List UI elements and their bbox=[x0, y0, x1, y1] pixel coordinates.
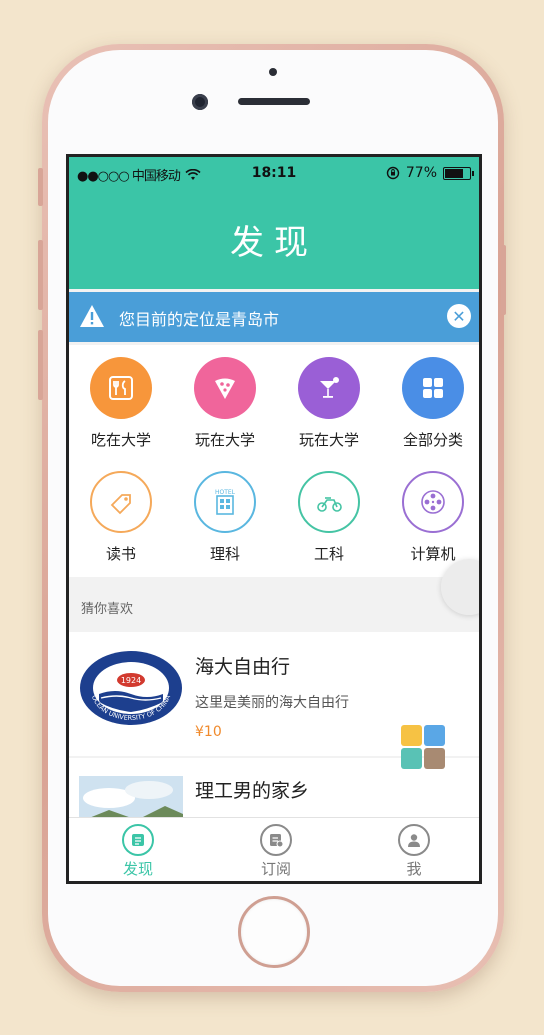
hotel-icon: HOTEL bbox=[194, 471, 256, 533]
category-computer[interactable]: 计算机 bbox=[381, 471, 479, 564]
mute-switch bbox=[38, 168, 43, 206]
item-title: 理工男的家乡 bbox=[195, 780, 310, 802]
location-banner: 您目前的定位是青岛市 ✕ bbox=[69, 292, 479, 342]
film-reel-icon bbox=[402, 471, 464, 533]
tab-label: 发现 bbox=[122, 860, 153, 878]
discover-icon bbox=[122, 824, 154, 856]
status-bar: ●●○○○ 中国移动 18:11 77% bbox=[69, 157, 479, 189]
orientation-lock-icon bbox=[386, 166, 400, 180]
tab-subscribe[interactable]: 订阅 bbox=[207, 824, 345, 879]
tab-label: 我 bbox=[406, 860, 422, 878]
category-play[interactable]: 玩在大学 bbox=[173, 357, 277, 450]
home-button[interactable] bbox=[238, 896, 310, 968]
app-grid-icon[interactable] bbox=[399, 723, 447, 771]
volume-up-button bbox=[38, 240, 43, 310]
page-title-bar: 发现 bbox=[69, 189, 479, 289]
battery-percent: 77% bbox=[405, 165, 437, 181]
category-label: 全部分类 bbox=[402, 431, 463, 449]
university-logo: 1924 OCEAN UNIVERSITY OF CHINA bbox=[80, 651, 182, 725]
volume-down-button bbox=[38, 330, 43, 400]
category-play-2[interactable]: 玩在大学 bbox=[277, 357, 381, 450]
location-message: 您目前的定位是青岛市 bbox=[119, 310, 280, 329]
app-screen: ●●○○○ 中国移动 18:11 77% 发现 您目前的定位是青岛市 ✕ 吃在大… bbox=[69, 157, 479, 881]
phone-screen: ●●○○○ 中国移动 18:11 77% 发现 您目前的定位是青岛市 ✕ 吃在大… bbox=[66, 154, 482, 884]
category-label: 玩在大学 bbox=[298, 431, 359, 449]
pizza-icon bbox=[194, 357, 256, 419]
category-reading[interactable]: 读书 bbox=[69, 471, 173, 564]
earpiece-speaker bbox=[238, 98, 310, 105]
tab-label: 订阅 bbox=[260, 860, 291, 878]
scooter-icon bbox=[298, 471, 360, 533]
category-label: 吃在大学 bbox=[90, 431, 151, 449]
category-label: 玩在大学 bbox=[194, 431, 255, 449]
warning-icon bbox=[80, 305, 104, 327]
close-icon[interactable]: ✕ bbox=[447, 304, 471, 328]
recommend-heading: 猜你喜欢 bbox=[81, 602, 134, 617]
category-label: 理科 bbox=[209, 545, 240, 563]
grid-icon bbox=[402, 357, 464, 419]
category-label: 工科 bbox=[313, 545, 344, 563]
battery-icon bbox=[443, 166, 474, 180]
fork-knife-icon bbox=[90, 357, 152, 419]
svg-text:HOTEL: HOTEL bbox=[215, 489, 236, 496]
item-price: ¥10 bbox=[195, 724, 222, 740]
recommend-header: 猜你喜欢 bbox=[69, 583, 479, 629]
logo-year: 1924 bbox=[121, 676, 141, 685]
tag-icon bbox=[90, 471, 152, 533]
front-camera bbox=[192, 94, 208, 110]
proximity-sensor bbox=[269, 68, 277, 76]
category-engineering[interactable]: 工科 bbox=[277, 471, 381, 564]
item-title: 海大自由行 bbox=[195, 656, 291, 678]
item-description: 这里是美丽的海大自由行 bbox=[195, 695, 349, 711]
profile-icon bbox=[398, 824, 430, 856]
power-button bbox=[501, 245, 506, 315]
category-label: 读书 bbox=[105, 545, 136, 563]
tab-profile[interactable]: 我 bbox=[345, 824, 479, 879]
category-grid: 吃在大学 玩在大学 玩在大学 全部分类 读书 HOTEL 理科 工科 计算机 bbox=[69, 345, 479, 577]
category-eat[interactable]: 吃在大学 bbox=[69, 357, 173, 450]
page-title: 发现 bbox=[230, 222, 318, 263]
cocktail-icon bbox=[298, 357, 360, 419]
tab-discover[interactable]: 发现 bbox=[69, 824, 207, 879]
tab-bar: 发现 订阅 我 bbox=[69, 817, 479, 881]
category-science[interactable]: HOTEL 理科 bbox=[173, 471, 277, 564]
category-all[interactable]: 全部分类 bbox=[381, 357, 479, 450]
subscribe-icon bbox=[260, 824, 292, 856]
